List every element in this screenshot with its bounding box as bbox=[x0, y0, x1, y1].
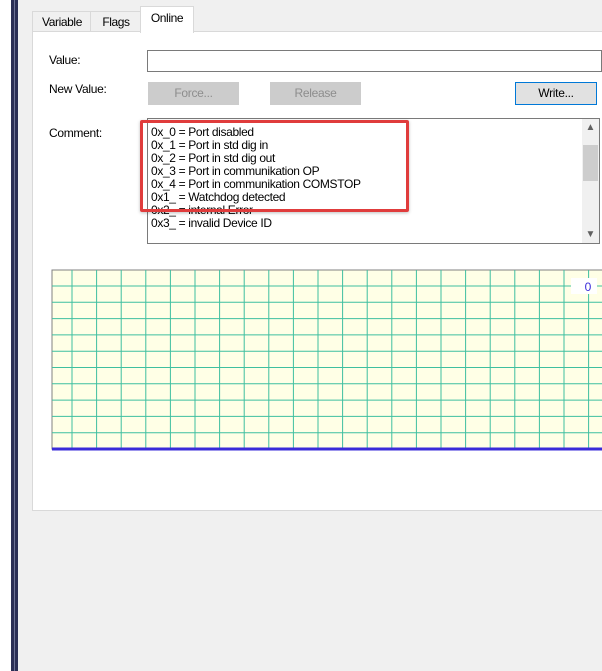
trend-chart-svg: 0 bbox=[51, 269, 602, 451]
chart-y-tick-label: 0 bbox=[585, 280, 592, 294]
release-button[interactable]: Release bbox=[270, 82, 361, 105]
value-field[interactable] bbox=[147, 50, 602, 72]
comment-line: 0x3_ = invalid Device ID bbox=[151, 216, 272, 230]
scroll-down-arrow-icon[interactable]: ▼ bbox=[582, 226, 599, 243]
chart-background bbox=[51, 269, 602, 450]
comment-lines: 0x_0 = Port disabled 0x_1 = Port in std … bbox=[151, 126, 571, 230]
tab-variable[interactable]: Variable bbox=[32, 11, 92, 32]
tab-strip: Variable Flags Online bbox=[32, 6, 602, 33]
online-trend-chart: 0 bbox=[50, 268, 602, 454]
comment-scrollbar[interactable]: ▲ ▼ bbox=[582, 119, 599, 243]
comment-label: Comment: bbox=[49, 126, 102, 140]
tab-flags[interactable]: Flags bbox=[90, 11, 142, 32]
scroll-thumb[interactable] bbox=[583, 145, 598, 181]
new-value-label: New Value: bbox=[49, 82, 107, 96]
force-button[interactable]: Force... bbox=[148, 82, 239, 105]
tab-online[interactable]: Online bbox=[140, 6, 194, 33]
comment-textbox[interactable]: 0x_0 = Port disabled 0x_1 = Port in std … bbox=[147, 118, 600, 244]
properties-window: Variable Flags Online Value: New Value: … bbox=[18, 0, 602, 671]
online-panel: Value: New Value: Force... Release Write… bbox=[32, 31, 602, 511]
scroll-up-arrow-icon[interactable]: ▲ bbox=[582, 119, 599, 136]
value-label: Value: bbox=[49, 53, 81, 67]
write-button[interactable]: Write... bbox=[515, 82, 597, 105]
window-edge bbox=[11, 0, 18, 671]
